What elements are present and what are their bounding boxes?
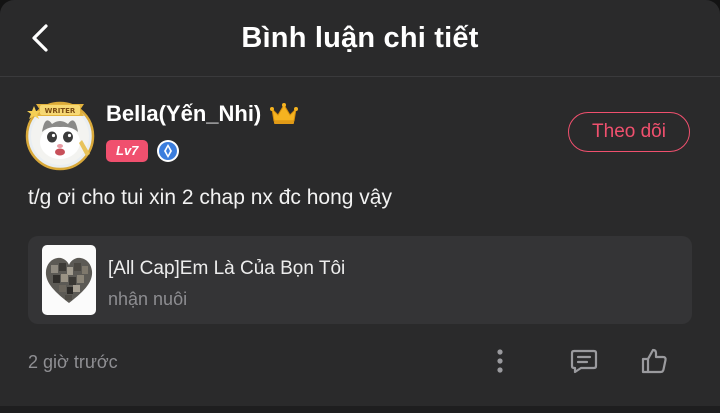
story-subtitle: nhận nuôi xyxy=(108,289,188,309)
story-cover xyxy=(42,245,96,315)
more-vertical-icon xyxy=(497,349,503,373)
writer-badge-text: WRITER xyxy=(45,107,76,115)
author-name[interactable]: Bella(Yến_Nhi) xyxy=(106,101,261,127)
avatar[interactable]: WRITER xyxy=(22,96,98,172)
story-card[interactable]: [All Cap]Em Là Của Bọn Tôi nhận nuôi xyxy=(28,236,692,324)
reply-button[interactable] xyxy=(566,343,602,379)
comment-text: t/g ơi cho tui xin 2 chap nx đc hong vậy xyxy=(28,186,392,209)
bottom-divider xyxy=(0,406,720,413)
crown-icon xyxy=(270,103,299,124)
page-title: Bình luận chi tiết xyxy=(241,22,479,54)
reply-comment-icon xyxy=(570,349,598,374)
more-options-button[interactable] xyxy=(482,343,518,379)
level-badge: Lv7 xyxy=(106,140,149,162)
follow-button[interactable]: Theo dõi xyxy=(568,112,690,152)
story-title: [All Cap]Em Là Của Bọn Tôi xyxy=(108,258,346,279)
comment-timestamp: 2 giờ trước xyxy=(28,352,118,372)
author-badges: Lv7 xyxy=(106,139,180,163)
like-thumb-icon xyxy=(641,348,667,374)
comment-detail-screen: Bình luận chi tiết WRITER Bella(Yến_Nhi) xyxy=(0,0,720,413)
verified-badge-icon xyxy=(157,140,180,162)
author-row: Bella(Yến_Nhi) xyxy=(106,101,299,127)
header-bar: Bình luận chi tiết xyxy=(0,0,720,77)
like-button[interactable] xyxy=(636,343,672,379)
